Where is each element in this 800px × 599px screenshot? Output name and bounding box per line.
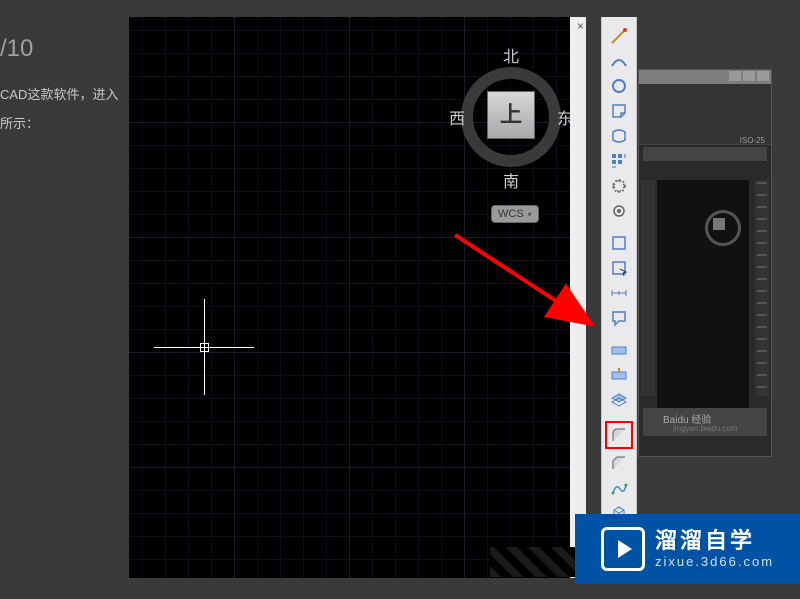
layer-tool[interactable]	[608, 389, 630, 411]
path-tool[interactable]	[608, 477, 630, 499]
thumb-baidu-url: jingyan.baidu.com	[673, 424, 737, 433]
thumb-iso-label: ISO-25	[740, 136, 765, 145]
circle-tool[interactable]	[608, 75, 630, 97]
orbit-tool[interactable]	[608, 175, 630, 197]
intro-text-1: CAD这款软件，进入	[0, 84, 118, 103]
watermark: 溜溜自学 zixue.3d66.com	[575, 514, 800, 584]
play-icon	[601, 527, 645, 571]
fillet-tool[interactable]	[605, 421, 633, 449]
modeling-toolbar	[601, 17, 637, 579]
section-tool[interactable]	[608, 100, 630, 122]
pixelated-region	[490, 547, 580, 577]
note-tool[interactable]	[608, 307, 630, 329]
plane-tool[interactable]	[608, 339, 630, 361]
watermark-url: zixue.3d66.com	[655, 554, 774, 570]
line-tool[interactable]	[608, 25, 630, 47]
loop-tool[interactable]	[608, 125, 630, 147]
viewcube-top-face[interactable]: 上	[487, 91, 535, 139]
watermark-title: 溜溜自学	[655, 528, 774, 554]
view-cube[interactable]: 上 北 南 西 东 WCS	[451, 37, 571, 177]
intro-text-2: 所示：	[0, 113, 39, 132]
array-tool[interactable]	[608, 150, 630, 172]
close-icon[interactable]: ×	[577, 19, 584, 33]
region-select-tool[interactable]	[608, 257, 630, 279]
pan-tool[interactable]	[608, 200, 630, 222]
viewport-scrollbar[interactable]: ×	[570, 17, 586, 578]
chamfer-tool[interactable]	[608, 452, 630, 474]
measure-tool[interactable]	[608, 282, 630, 304]
wcs-badge[interactable]: WCS	[491, 205, 539, 223]
curve-tool[interactable]	[608, 50, 630, 72]
region-tool[interactable]	[608, 232, 630, 254]
viewcube-south[interactable]: 南	[503, 168, 519, 192]
viewcube-west[interactable]: 西	[449, 105, 465, 129]
plane-vertical-tool[interactable]	[608, 364, 630, 386]
viewcube-north[interactable]: 北	[503, 43, 519, 67]
background-thumbnail: ISO-25 Baidu 经验 jingyan.baidu.com	[638, 69, 772, 457]
cad-viewport[interactable]: 上 北 南 西 东 WCS ×	[129, 17, 586, 578]
step-counter: /10	[0, 35, 33, 63]
